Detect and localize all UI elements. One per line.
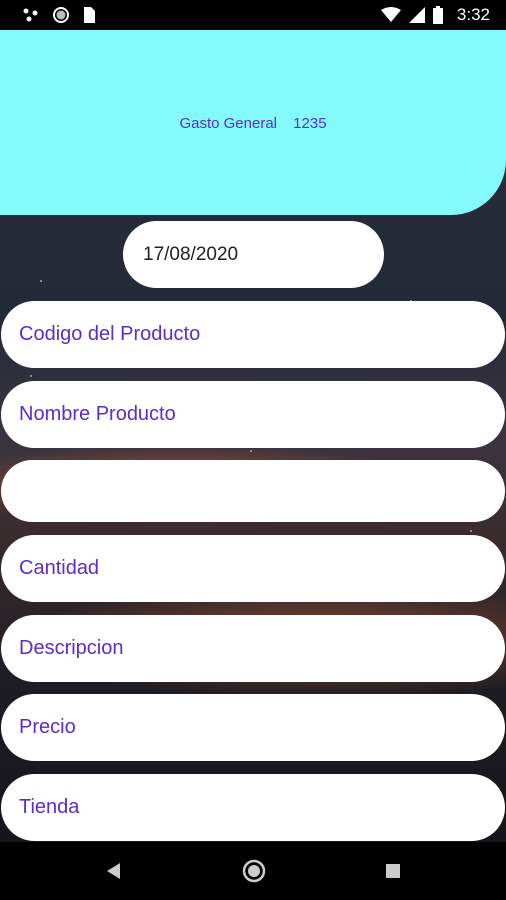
quantity-placeholder: Cantidad (19, 557, 100, 579)
price-field[interactable]: Precio (1, 694, 505, 761)
battery-icon (432, 6, 443, 24)
sim-card-icon (84, 7, 95, 23)
recents-icon[interactable] (385, 863, 401, 879)
store-field[interactable]: Tienda (1, 774, 505, 841)
notification-dots-icon (23, 8, 38, 22)
wifi-icon (380, 7, 401, 22)
product-name-field[interactable]: Nombre Producto (1, 381, 505, 448)
back-icon[interactable] (104, 861, 122, 881)
circle-icon (53, 7, 69, 23)
date-value: 17/08/2020 (143, 243, 239, 265)
header-title: Gasto General 1235 (0, 115, 506, 132)
description-field[interactable]: Descripcion (1, 615, 505, 682)
date-field[interactable]: 17/08/2020 (123, 221, 384, 288)
signal-icon (408, 7, 425, 23)
header-label: Gasto General (179, 115, 277, 132)
product-code-field[interactable]: Codigo del Producto (1, 301, 505, 368)
navigation-bar (0, 842, 506, 900)
home-icon[interactable] (242, 859, 266, 883)
header-banner: Gasto General 1235 (0, 30, 506, 215)
quantity-field[interactable]: Cantidad (1, 535, 505, 602)
store-placeholder: Tienda (19, 796, 80, 818)
status-time: 3:32 (456, 5, 490, 24)
status-bar: 3:32 (0, 0, 506, 30)
description-placeholder: Descripcion (19, 637, 124, 659)
header-number: 1235 (293, 115, 327, 132)
blank-field[interactable] (1, 460, 505, 522)
price-placeholder: Precio (19, 716, 76, 738)
product-code-placeholder: Codigo del Producto (19, 323, 201, 345)
product-name-placeholder: Nombre Producto (19, 403, 176, 425)
